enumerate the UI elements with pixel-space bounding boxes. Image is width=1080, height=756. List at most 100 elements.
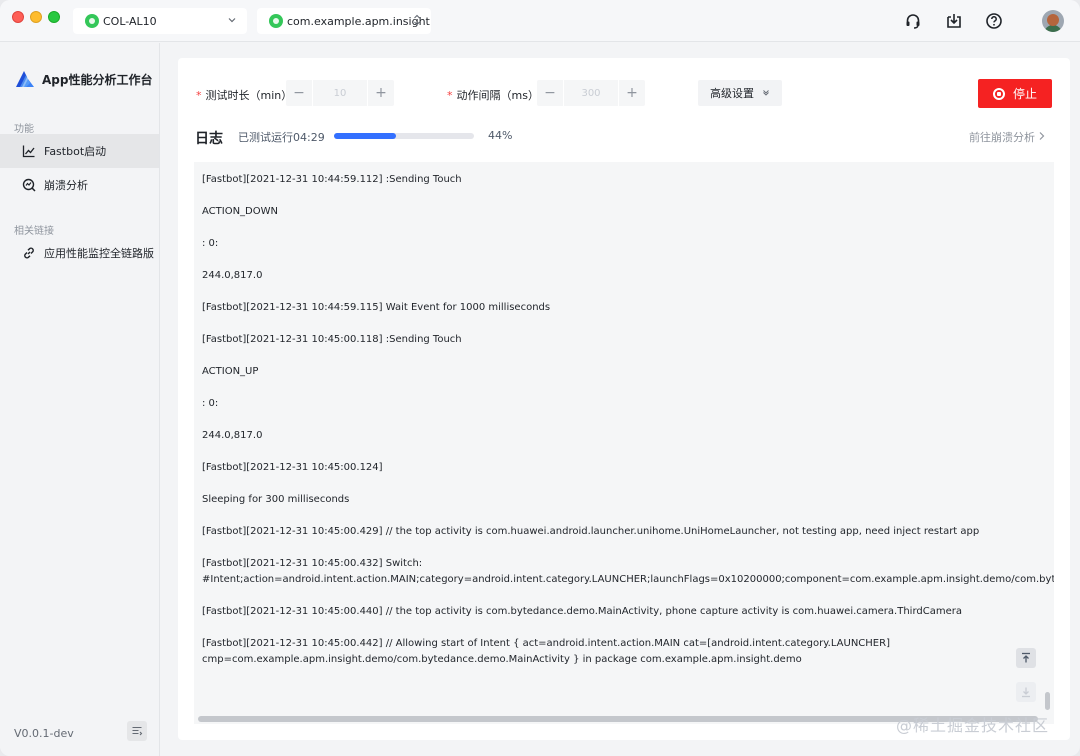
log-line: [Fastbot][2021-12-31 10:45:00.442] // Al…	[202, 638, 890, 649]
help-circle-icon[interactable]	[984, 11, 1004, 31]
crash-link-label: 前往崩溃分析	[969, 131, 1035, 144]
stop-icon	[992, 87, 1005, 100]
log-line: ACTION_DOWN	[202, 206, 278, 217]
log-line: 244.0,817.0	[202, 270, 263, 281]
required-asterisk: *	[196, 88, 202, 102]
interval-stepper[interactable]: − 300 +	[537, 80, 645, 106]
log-line: [Fastbot][2021-12-31 10:45:00.124]	[202, 462, 383, 473]
duration-increment-button[interactable]: +	[368, 80, 394, 106]
log-line: #Intent;action=android.intent.action.MAI…	[202, 574, 1054, 585]
log-title: 日志	[195, 131, 223, 147]
required-asterisk: *	[447, 88, 453, 102]
watermark-text: @稀土掘金技术社区	[896, 716, 1050, 735]
interval-input[interactable]: 300	[563, 80, 619, 106]
advanced-settings-label: 高级设置	[710, 87, 754, 100]
maximize-window-button[interactable]	[48, 11, 60, 23]
log-line: cmp=com.example.apm.insight.demo/com.byt…	[202, 654, 802, 665]
interval-decrement-button[interactable]: −	[537, 80, 563, 106]
go-to-crash-analysis-link[interactable]: 前往崩溃分析	[969, 129, 1046, 145]
user-avatar[interactable]	[1042, 10, 1064, 32]
log-line: : 0:	[202, 398, 219, 409]
log-line: [Fastbot][2021-12-31 10:45:00.118] :Send…	[202, 334, 462, 345]
chevron-down-icon	[762, 88, 770, 99]
sidebar-item-crash-analysis[interactable]: 崩溃分析	[0, 168, 159, 202]
headset-icon[interactable]	[903, 11, 923, 31]
up-down-chevron-icon	[413, 12, 421, 31]
sidebar-item-label: 崩溃分析	[44, 179, 88, 192]
log-line: [Fastbot][2021-12-31 10:45:00.429] // th…	[202, 526, 980, 537]
log-line: ACTION_UP	[202, 366, 259, 377]
avatar-face	[1047, 14, 1059, 26]
log-line: 244.0,817.0	[202, 430, 263, 441]
android-icon	[85, 14, 99, 28]
section-label-links: 相关链接	[14, 226, 54, 237]
scroll-to-bottom-button[interactable]	[1016, 682, 1036, 702]
android-icon	[269, 14, 283, 28]
interval-increment-button[interactable]: +	[619, 80, 645, 106]
progress-percent: 44%	[488, 129, 513, 142]
main-panel: * 测试时长（min） − 10 + * 动作间隔（ms） − 300 + 高级…	[178, 58, 1070, 740]
progress-bar	[334, 133, 474, 139]
version-label: V0.0.1-dev	[14, 727, 74, 740]
chevron-right-icon	[1038, 131, 1046, 144]
sidebar-link-apm-full[interactable]: 应用性能监控全链路版	[0, 236, 159, 270]
interval-label: * 动作间隔（ms）	[447, 87, 539, 103]
sidebar: App性能分析工作台 功能 Fastbot启动 崩溃分析 相关链接 应用性能监控…	[0, 43, 160, 756]
app-window: COL-AL10 com.example.apm.insight App性能分析…	[0, 0, 1080, 756]
duration-stepper[interactable]: − 10 +	[286, 80, 394, 106]
log-line: [Fastbot][2021-12-31 10:44:59.112] :Send…	[202, 174, 462, 185]
chevron-down-icon	[227, 15, 237, 28]
app-title: App性能分析工作台	[42, 72, 153, 87]
log-line: : 0:	[202, 238, 219, 249]
vertical-scrollbar[interactable]	[1042, 162, 1052, 724]
minimize-window-button[interactable]	[30, 11, 42, 23]
app-logo-icon	[14, 69, 36, 89]
advanced-settings-button[interactable]: 高级设置	[698, 80, 782, 106]
app-package-name: com.example.apm.insight	[287, 14, 430, 28]
device-name: COL-AL10	[103, 14, 157, 28]
vertical-scroll-thumb[interactable]	[1045, 692, 1050, 710]
duration-input[interactable]: 10	[312, 80, 368, 106]
log-line: [Fastbot][2021-12-31 10:45:00.440] // th…	[202, 606, 962, 617]
avatar-shirt	[1044, 25, 1062, 32]
log-line: Sleeping for 300 milliseconds	[202, 494, 350, 505]
app-logo: App性能分析工作台	[14, 69, 152, 89]
interval-label-text: 动作间隔（ms）	[456, 89, 539, 102]
progress-fill	[334, 133, 396, 139]
section-label-features: 功能	[14, 124, 34, 135]
device-select[interactable]: COL-AL10	[73, 8, 247, 34]
crash-search-icon	[22, 178, 36, 192]
title-bar: COL-AL10 com.example.apm.insight	[0, 0, 1080, 42]
app-package-select[interactable]: com.example.apm.insight	[257, 8, 431, 34]
scroll-to-top-button[interactable]	[1016, 648, 1036, 668]
duration-decrement-button[interactable]: −	[286, 80, 312, 106]
sidebar-item-fastbot[interactable]: Fastbot启动	[0, 134, 159, 168]
log-output[interactable]: [Fastbot][2021-12-31 10:44:59.112] :Send…	[194, 162, 1054, 724]
run-status: 已测试运行04:29	[238, 131, 325, 144]
line-chart-icon	[22, 144, 36, 158]
log-line: [Fastbot][2021-12-31 10:44:59.115] Wait …	[202, 302, 551, 313]
import-box-icon[interactable]	[944, 11, 964, 31]
duration-label-text: 测试时长（min）	[205, 89, 293, 102]
sidebar-item-label: Fastbot启动	[44, 145, 107, 158]
stop-button[interactable]: 停止	[978, 79, 1052, 108]
sidebar-link-label: 应用性能监控全链路版	[44, 247, 154, 260]
duration-label: * 测试时长（min）	[196, 87, 292, 103]
collapse-sidebar-button[interactable]	[127, 721, 147, 741]
close-window-button[interactable]	[12, 11, 24, 23]
stop-button-label: 停止	[1012, 87, 1037, 101]
